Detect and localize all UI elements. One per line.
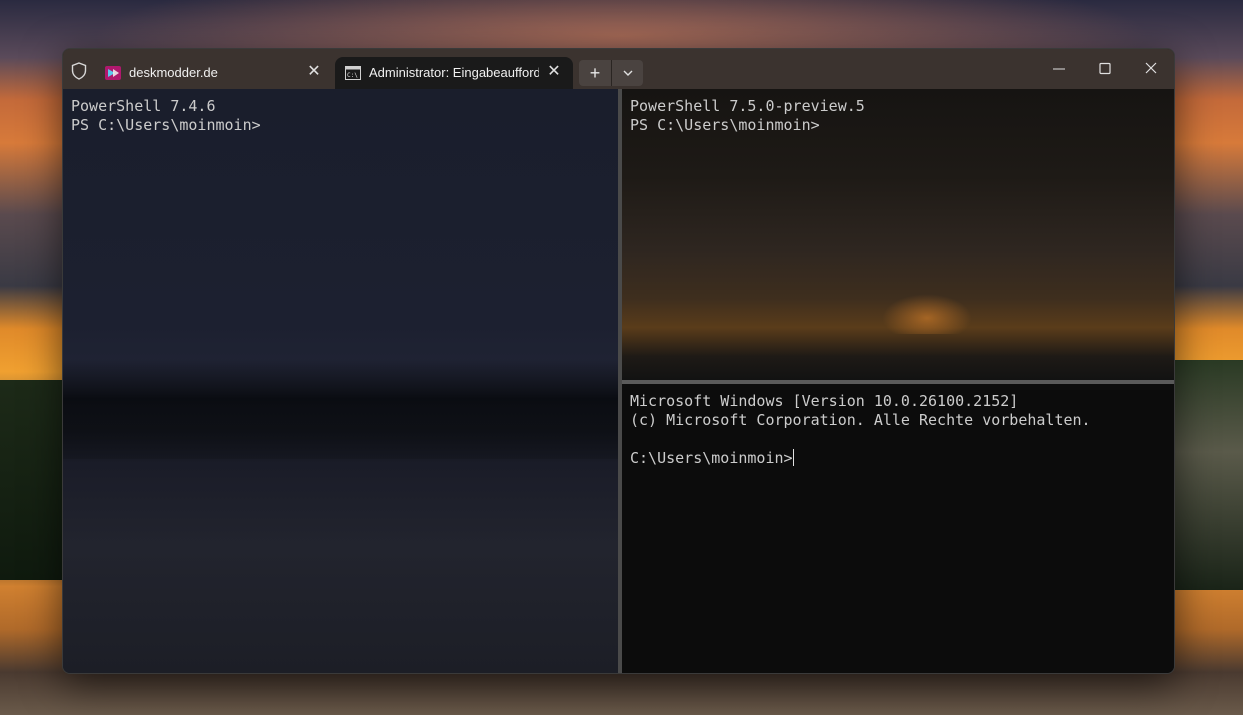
svg-text:C:\: C:\ (347, 72, 358, 79)
desktop-wallpaper-trees-left (0, 380, 70, 580)
terminal-output: PowerShell 7.4.6 PS C:\Users\moinmoin> (71, 97, 261, 135)
terminal-prompt: PS C:\Users\moinmoin> (630, 116, 820, 134)
terminal-prompt-line: C:\Users\moinmoin> (630, 449, 1091, 468)
tab-deskmodder[interactable]: deskmodder.de ✕ (95, 57, 333, 89)
terminal-line: (c) Microsoft Corporation. Alle Rechte v… (630, 411, 1091, 429)
maximize-button[interactable] (1082, 55, 1128, 83)
close-icon (1145, 62, 1157, 74)
close-tab-icon[interactable]: ✕ (305, 63, 323, 81)
close-tab-icon[interactable]: ✕ (545, 63, 563, 81)
maximize-icon (1099, 62, 1111, 75)
terminal-output: Microsoft Windows [Version 10.0.26100.21… (630, 392, 1091, 468)
new-tab-group: + (579, 60, 643, 86)
pane-command-prompt[interactable]: Microsoft Windows [Version 10.0.26100.21… (622, 384, 1174, 673)
title-bar[interactable]: deskmodder.de ✕ C:\ Administrator: Einga… (63, 49, 1174, 89)
tab-administrator-cmd[interactable]: C:\ Administrator: Eingabeaufforderung ✕ (335, 57, 573, 89)
deskmodder-favicon-icon (105, 66, 121, 80)
shield-icon (71, 62, 87, 80)
tab-dropdown-button[interactable] (611, 60, 643, 86)
pane-background-sunset (882, 294, 972, 334)
terminal-prompt: PS C:\Users\moinmoin> (71, 116, 261, 134)
new-tab-button[interactable]: + (579, 60, 611, 86)
pane-powershell-preview[interactable]: PowerShell 7.5.0-preview.5 PS C:\Users\mo… (622, 89, 1174, 380)
terminal-window: deskmodder.de ✕ C:\ Administrator: Einga… (62, 48, 1175, 674)
tab-title: Administrator: Eingabeaufforderung (369, 65, 539, 80)
chevron-down-icon (623, 70, 632, 76)
pane-powershell-746[interactable]: PowerShell 7.4.6 PS C:\Users\moinmoin> (63, 89, 618, 673)
text-cursor (792, 449, 794, 466)
desktop-wallpaper-trees-right (1175, 360, 1243, 590)
tab-title: deskmodder.de (129, 65, 218, 80)
terminal-prompt: C:\Users\moinmoin> (630, 449, 793, 467)
minimize-button[interactable] (1036, 55, 1082, 83)
terminal-line: PowerShell 7.4.6 (71, 97, 216, 115)
terminal-line: PowerShell 7.5.0-preview.5 (630, 97, 865, 115)
close-window-button[interactable] (1128, 55, 1174, 83)
terminal-line: Microsoft Windows [Version 10.0.26100.21… (630, 392, 1019, 410)
pane-background-landscape (63, 359, 618, 459)
terminal-output: PowerShell 7.5.0-preview.5 PS C:\Users\mo… (630, 97, 865, 135)
cmd-icon: C:\ (345, 66, 361, 80)
minimize-icon (1053, 68, 1065, 70)
